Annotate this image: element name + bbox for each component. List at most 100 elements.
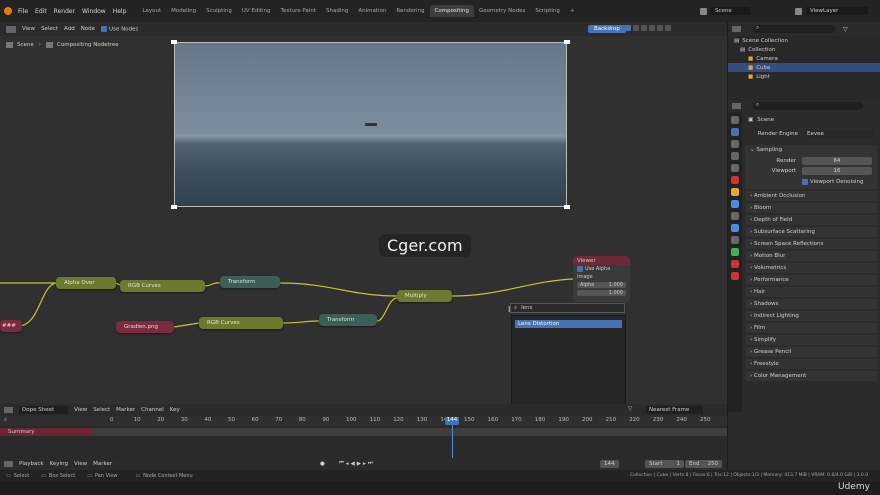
physics-tab-icon[interactable] (731, 224, 739, 232)
node-transform-2[interactable]: Transform (319, 314, 377, 326)
viewer-z-field[interactable]: 1.000 (573, 289, 630, 297)
play-icon[interactable]: ▶ (357, 461, 361, 467)
zoom-icon[interactable] (665, 25, 671, 31)
panel-simplify[interactable]: › Simplify (745, 335, 877, 345)
viewlayer-name[interactable]: ViewLayer (806, 7, 869, 15)
render-tab-icon[interactable] (731, 128, 739, 136)
panel-bloom[interactable]: › Bloom (745, 203, 877, 213)
tl-menu-playback[interactable]: Playback (19, 461, 44, 467)
ds-menu-select[interactable]: Select (93, 407, 110, 413)
outliner-item-cube[interactable]: ■ Cube (728, 63, 880, 72)
particles-tab-icon[interactable] (731, 212, 739, 220)
panel-freestyle[interactable]: › Freestyle (745, 359, 877, 369)
channel-b-icon[interactable] (649, 25, 655, 31)
viewer-alpha-field[interactable]: Alpha 1.000 (573, 281, 630, 289)
viewer-use-alpha[interactable]: Use Alpha (573, 265, 630, 273)
tab-sculpting[interactable]: Sculpting (201, 5, 237, 17)
scene-name[interactable]: Scene (711, 7, 750, 15)
tab-animation[interactable]: Animation (353, 5, 391, 17)
panel-color-management[interactable]: › Color Management (745, 371, 877, 381)
prev-key-icon[interactable]: ◂ (346, 461, 349, 467)
channel-a-icon[interactable] (657, 25, 663, 31)
tl-menu-view[interactable]: View (74, 461, 87, 467)
panel-performance[interactable]: › Performance (745, 275, 877, 285)
menu-file[interactable]: File (18, 8, 28, 15)
outliner-editor-icon[interactable] (732, 26, 741, 32)
tab-scripting[interactable]: Scripting (530, 5, 564, 17)
world-tab-icon[interactable] (731, 176, 739, 184)
next-key-icon[interactable]: ▸ (363, 461, 366, 467)
blender-logo-icon[interactable] (4, 7, 12, 15)
panel-indirect-lighting[interactable]: › Indirect Lighting (745, 311, 877, 321)
menu-node[interactable]: Node (81, 26, 95, 32)
tab-modeling[interactable]: Modeling (166, 5, 201, 17)
ruler-search-icon[interactable]: ⌕ (4, 417, 7, 424)
object-tab-icon[interactable] (731, 188, 739, 196)
jump-end-icon[interactable]: ⏭ (368, 460, 373, 467)
tl-menu-marker[interactable]: Marker (93, 461, 112, 467)
filter-icon[interactable]: ▽ (628, 406, 632, 412)
sampling-header[interactable]: ⌄ Sampling (750, 147, 872, 153)
outliner-filter-icon[interactable]: ▽ (843, 26, 848, 33)
menu-select[interactable]: Select (41, 26, 58, 32)
dopesheet-mode[interactable]: Dope Sheet (19, 406, 69, 414)
viewlayer-selector[interactable]: ViewLayer (795, 7, 869, 15)
constraints-tab-icon[interactable] (731, 236, 739, 244)
channel-rgb-icon[interactable] (625, 25, 631, 31)
menu-window[interactable]: Window (82, 8, 106, 15)
material-tab-icon[interactable] (731, 260, 739, 268)
outliner-collection[interactable]: ▤ Collection (728, 45, 880, 54)
node-hash[interactable]: ### (0, 320, 22, 332)
channel-g-icon[interactable] (641, 25, 647, 31)
data-tab-icon[interactable] (731, 248, 739, 256)
summary-channel[interactable]: Summary (0, 428, 93, 436)
dopesheet-ruler[interactable]: ⌕ 01020304050607080901001101201301401501… (0, 416, 727, 426)
texture-tab-icon[interactable] (731, 272, 739, 280)
panel-film[interactable]: › Film (745, 323, 877, 333)
properties-editor-icon[interactable] (732, 103, 741, 109)
viewport-denoising-toggle[interactable]: Viewport Denoising (802, 179, 872, 185)
node-transform-1[interactable]: Transform (220, 276, 280, 288)
snap-mode[interactable]: Nearest Frame (646, 406, 704, 414)
play-reverse-icon[interactable]: ◀ (351, 461, 355, 467)
tl-menu-keying[interactable]: Keying (50, 461, 68, 467)
tab-rendering[interactable]: Rendering (391, 5, 429, 17)
panel-sampling[interactable]: ⌄ Sampling Render 64 Viewport 16 Viewpor… (745, 145, 877, 189)
node-viewer[interactable]: Viewer Use Alpha Image Alpha 1.000 1.000 (573, 256, 630, 302)
backdrop-toggle[interactable]: Backdrop (588, 25, 626, 33)
panel-depth-of-field[interactable]: › Depth of Field (745, 215, 877, 225)
tab-geometry-nodes[interactable]: Geometry Nodes (474, 5, 530, 17)
start-frame-field[interactable]: Start 1 (645, 460, 684, 468)
tool-tab-icon[interactable] (731, 116, 739, 124)
menu-add[interactable]: Add (64, 26, 75, 32)
properties-search-field[interactable]: ⌕ (753, 102, 863, 110)
end-frame-field[interactable]: End 250 (685, 460, 722, 468)
viewport-samples-field[interactable]: 16 (802, 167, 872, 175)
outliner-scene-collection[interactable]: ▤ Scene Collection (728, 36, 880, 45)
channel-r-icon[interactable] (633, 25, 639, 31)
dopesheet-editor-icon[interactable] (4, 407, 13, 413)
node-multiply[interactable]: Multiply (397, 290, 452, 302)
panel-motion-blur[interactable]: › Motion Blur (745, 251, 877, 261)
current-frame-field[interactable]: 144 (600, 460, 619, 468)
panel-grease-pencil[interactable]: › Grease Pencil (745, 347, 877, 357)
node-gradien-image[interactable]: Gradien.png (116, 321, 174, 333)
view-layer-tab-icon[interactable] (731, 152, 739, 160)
output-tab-icon[interactable] (731, 140, 739, 148)
menu-help[interactable]: Help (113, 8, 127, 15)
scene-tab-icon[interactable] (731, 164, 739, 172)
search-result-lens-distortion[interactable]: Lens Distortion (515, 320, 622, 328)
render-engine-select[interactable]: Eevee (804, 130, 874, 138)
jump-start-icon[interactable]: ⏮ (339, 460, 344, 467)
record-icon[interactable]: ● (320, 461, 325, 467)
use-nodes-toggle[interactable]: Use Nodes (101, 25, 138, 32)
panel-shadows[interactable]: › Shadows (745, 299, 877, 309)
menu-render[interactable]: Render (54, 8, 75, 15)
panel-ambient-occlusion[interactable]: › Ambient Occlusion (745, 191, 877, 201)
panel-subsurface[interactable]: › Subsurface Scattering (745, 227, 877, 237)
node-alpha-over[interactable]: Alpha Over (56, 277, 116, 289)
ds-menu-view[interactable]: View (74, 407, 87, 413)
editor-type-icon[interactable] (6, 25, 16, 33)
panel-hair[interactable]: › Hair (745, 287, 877, 297)
panel-volumetrics[interactable]: › Volumetrics (745, 263, 877, 273)
